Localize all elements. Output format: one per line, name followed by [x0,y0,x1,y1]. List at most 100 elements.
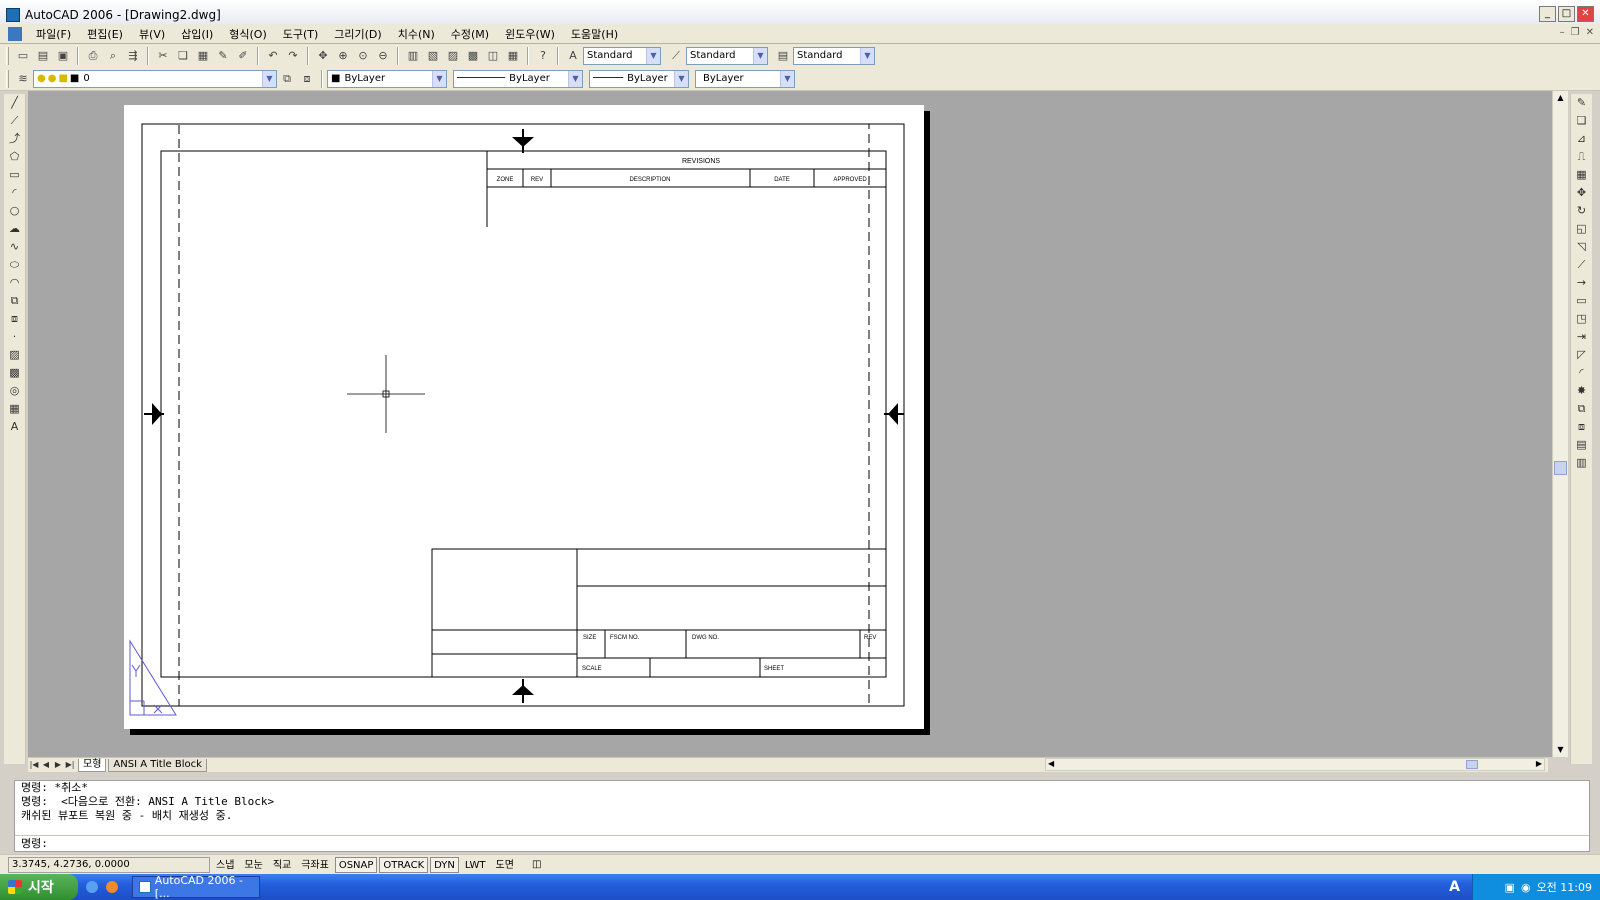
break-icon[interactable]: ◳ [1573,310,1591,328]
network-icon[interactable]: ▣ [1505,881,1515,894]
plot-icon[interactable]: ⎙ [84,47,102,65]
cut-icon[interactable]: ✂ [154,47,172,65]
arc-icon[interactable]: ◜ [6,184,24,202]
menu-file[interactable]: 파일(F) [28,26,79,42]
chamfer-icon[interactable]: ◸ [1573,346,1591,364]
vertical-scrollbar[interactable]: ▲ ▼ [1552,91,1568,757]
maximize-button[interactable]: □ [1558,6,1575,22]
language-indicator-icon[interactable]: A [1449,879,1460,895]
ellipse-icon[interactable]: ⬭ [6,256,24,274]
stretch-icon[interactable]: ◹ [1573,238,1591,256]
help-icon[interactable]: ? [534,47,552,65]
maximize-viewport-icon[interactable]: ◫ [532,859,541,870]
gradient-icon[interactable]: ▩ [6,364,24,382]
menu-draw[interactable]: 그리기(D) [326,26,389,42]
taskbar-autocad-button[interactable]: AutoCAD 2006 - [... [132,874,260,900]
lineweight-select[interactable]: ───── ByLayer ▼ [589,69,689,88]
prev-tab-icon[interactable]: ◀ [40,759,52,771]
scroll-down-icon[interactable]: ▼ [1553,743,1568,757]
markup-icon[interactable]: ◫ [484,47,502,65]
rotate-icon[interactable]: ↻ [1573,202,1591,220]
menu-view[interactable]: 뷰(V) [131,26,173,42]
draworder-under-icon[interactable]: ▥ [1573,454,1591,472]
dyn-toggle[interactable]: DYN [430,856,459,873]
mirror-icon[interactable]: ⊿ [1573,130,1591,148]
toolbar-grip[interactable] [6,46,9,65]
trim-icon[interactable]: ⟋ [1573,256,1591,274]
menu-insert[interactable]: 삽입(I) [173,26,221,42]
menu-dimension[interactable]: 치수(N) [390,26,443,42]
line-icon[interactable]: ╱ [6,94,24,112]
toolbar-grip[interactable] [6,69,9,88]
draworder-front-icon[interactable]: ⧉ [1573,400,1591,418]
break-at-point-icon[interactable]: ▭ [1573,292,1591,310]
polar-toggle[interactable]: 극좌표 [297,857,333,873]
sheet-set-icon[interactable]: ▩ [464,47,482,65]
grid-toggle[interactable]: 모눈 [240,857,266,873]
menu-tools[interactable]: 도구(T) [275,26,327,42]
extend-icon[interactable]: → [1573,274,1591,292]
menu-edit[interactable]: 편집(E) [79,26,131,42]
revision-cloud-icon[interactable]: ☁ [6,220,24,238]
doc-restore-icon[interactable]: ❐ [1571,27,1580,38]
next-tab-icon[interactable]: ▶ [52,759,64,771]
drawing-canvas[interactable]: REVISIONS ZONE REV DESCRIPTION DATE APPR… [28,91,1560,757]
hatch-icon[interactable]: ▨ [6,346,24,364]
zoom-realtime-icon[interactable]: ⊕ [334,47,352,65]
insert-block-icon[interactable]: ⧉ [6,292,24,310]
explode-icon[interactable]: ✸ [1573,382,1591,400]
layer-previous-icon[interactable]: ⧈ [298,70,316,88]
layer-select[interactable]: ● ● ■ ■ 0 ▼ [33,69,277,88]
make-object-layer-current-icon[interactable]: ⧉ [278,70,296,88]
properties-icon[interactable]: ▥ [404,47,422,65]
coordinate-readout[interactable]: 3.3745, 4.2736, 0.0000 [8,856,210,873]
polygon-icon[interactable]: ⬠ [6,148,24,166]
move-icon[interactable]: ✥ [1573,184,1591,202]
ellipse-arc-icon[interactable]: ◠ [6,274,24,292]
publish-icon[interactable]: ⇶ [124,47,142,65]
text-style-select[interactable]: Standard ▼ [583,46,661,65]
start-button[interactable]: 시작 [0,874,78,900]
erase-icon[interactable]: ✎ [1573,94,1591,112]
scroll-thumb[interactable] [1466,760,1478,769]
design-center-icon[interactable]: ▧ [424,47,442,65]
block-editor-icon[interactable]: ✐ [234,47,252,65]
scroll-thumb[interactable] [1554,461,1567,475]
color-select[interactable]: ■ ByLayer ▼ [327,69,447,88]
calculator-icon[interactable]: ▦ [504,47,522,65]
menu-modify[interactable]: 수정(M) [443,26,497,42]
security-icon[interactable]: ◉ [1521,881,1531,894]
document-icon[interactable] [8,26,22,41]
layer-manager-icon[interactable]: ≋ [14,70,32,88]
linetype-select[interactable]: ──────── ByLayer ▼ [453,69,583,88]
fillet-icon[interactable]: ◜ [1573,364,1591,382]
multiline-text-icon[interactable]: A [6,418,24,436]
copy-object-icon[interactable]: ❏ [1573,112,1591,130]
quicklaunch-ie-icon[interactable] [86,881,98,893]
last-tab-icon[interactable]: ▶| [64,759,76,771]
polyline-icon[interactable]: ⤴ [6,130,24,148]
scale-icon[interactable]: ◱ [1573,220,1591,238]
first-tab-icon[interactable]: |◀ [28,759,40,771]
minimize-button[interactable]: _ [1539,6,1556,22]
clock[interactable]: 오전 11:09 [1537,879,1592,895]
zoom-previous-icon[interactable]: ⊖ [374,47,392,65]
tool-palettes-icon[interactable]: ▨ [444,47,462,65]
draworder-above-icon[interactable]: ▤ [1573,436,1591,454]
scroll-up-icon[interactable]: ▲ [1553,91,1568,105]
pan-icon[interactable]: ✥ [314,47,332,65]
copy-icon[interactable]: ❏ [174,47,192,65]
menu-format[interactable]: 형식(O) [221,26,274,42]
scroll-left-icon[interactable]: ◀ [1048,759,1054,768]
zoom-window-icon[interactable]: ⊙ [354,47,372,65]
doc-close-icon[interactable]: ✕ [1586,27,1594,38]
osnap-toggle[interactable]: OSNAP [334,856,378,873]
plot-preview-icon[interactable]: ⌕ [104,47,122,65]
autocad-app-icon[interactable] [6,7,20,22]
scroll-right-icon[interactable]: ▶ [1536,759,1542,768]
quicklaunch-firefox-icon[interactable] [106,881,118,893]
menu-window[interactable]: 윈도우(W) [497,26,563,42]
spline-icon[interactable]: ∿ [6,238,24,256]
join-icon[interactable]: ⇥ [1573,328,1591,346]
snap-toggle[interactable]: 스냅 [212,857,238,873]
